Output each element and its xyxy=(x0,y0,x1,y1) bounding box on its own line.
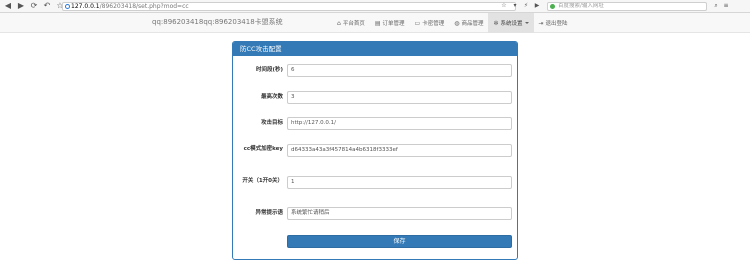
panel-title: 防CC攻击配置 xyxy=(233,42,517,56)
nav-item-label: 系统设置 xyxy=(500,21,523,27)
url-path: /896203418/set.php?mod=cc xyxy=(99,3,189,10)
switch-input[interactable]: 1 xyxy=(287,176,512,189)
browser-tools: ⌕ ≡ xyxy=(712,2,732,10)
field-label: cc模式加密key xyxy=(243,146,283,152)
field-label: 异常提示语 xyxy=(255,210,283,216)
nav-item-label: 卡密管理 xyxy=(422,21,445,27)
address-bar[interactable]: 127.0.0.1/896203418/set.php?mod=cc xyxy=(62,2,516,11)
gear-icon: ✻ xyxy=(493,19,499,27)
security-icon xyxy=(65,4,70,9)
url-host: 127.0.0.1 xyxy=(71,3,100,10)
bookmark-star-icon[interactable]: ☆ xyxy=(500,2,508,10)
menu-icon[interactable]: ≡ xyxy=(722,2,730,10)
browser-toolbar: ◀ ▶ ⟳ ↶ ☆ 127.0.0.1/896203418/set.php?mo… xyxy=(0,0,750,13)
site-brand[interactable]: qq:896203418qq:896203418卡盟系统 xyxy=(152,18,283,27)
max-count-input[interactable]: 3 xyxy=(287,91,512,104)
chevron-down-icon xyxy=(524,22,529,24)
home-icon: ⌂ xyxy=(337,19,341,27)
nav-item-logout[interactable]: ⇥ 退出登陆 xyxy=(534,13,573,33)
back-icon[interactable]: ◀ xyxy=(3,1,13,11)
message-input[interactable]: 系统繁忙请稍后 xyxy=(287,207,512,220)
nav-menu: ⌂ 平台首页 ▤ 订单管理 ▭ 卡密管理 ◍ 商品管理 ✻ 系统设置 ⇥ 退出登… xyxy=(332,13,573,33)
save-button[interactable]: 保存 xyxy=(287,235,512,248)
search-icon[interactable]: ⌕ xyxy=(712,2,720,10)
lightning-icon[interactable]: ⚡ xyxy=(522,2,530,10)
dropdown-icon[interactable]: ▾ xyxy=(511,2,519,10)
field-label: 攻击目标 xyxy=(260,120,283,126)
interval-input[interactable]: 6 xyxy=(287,64,512,77)
nav-item-home[interactable]: ⌂ 平台首页 xyxy=(332,13,370,33)
target-input[interactable]: http://127.0.0.1/ xyxy=(287,117,512,130)
cc-config-panel: 防CC攻击配置 时间段(秒) 6 最高次数 3 攻击目标 http://127.… xyxy=(232,41,518,260)
nav-item-label: 平台首页 xyxy=(342,21,365,27)
undo-icon[interactable]: ↶ xyxy=(42,1,52,11)
nav-item-settings[interactable]: ✻ 系统设置 xyxy=(488,13,534,33)
nav-item-orders[interactable]: ▤ 订单管理 xyxy=(370,13,410,33)
search-placeholder: 百度搜索/输入网址 xyxy=(558,3,604,9)
nav-item-label: 退出登陆 xyxy=(545,21,568,27)
forward-icon[interactable]: ▶ xyxy=(16,1,26,11)
key-input[interactable]: d64333a43a3f457814a4b6318f3333ef xyxy=(287,144,512,157)
card-icon: ▭ xyxy=(414,19,421,27)
logout-icon: ⇥ xyxy=(538,19,544,27)
reload-icon[interactable]: ⟳ xyxy=(29,1,39,11)
play-icon[interactable]: ▶ xyxy=(533,2,541,10)
search-box[interactable]: 百度搜索/输入网址 xyxy=(547,2,707,11)
site-navbar: qq:896203418qq:896203418卡盟系统 ⌂ 平台首页 ▤ 订单… xyxy=(0,13,750,33)
nav-item-cards[interactable]: ▭ 卡密管理 xyxy=(410,13,450,33)
globe-icon: ◍ xyxy=(454,19,460,27)
extension-icons: ☆ ▾ ⚡ ▶ xyxy=(500,2,544,10)
field-label: 时间段(秒) xyxy=(255,67,283,73)
nav-item-products[interactable]: ◍ 商品管理 xyxy=(449,13,488,33)
search-engine-icon xyxy=(550,4,555,9)
nav-item-label: 订单管理 xyxy=(382,21,405,27)
nav-item-label: 商品管理 xyxy=(461,21,484,27)
field-label: 开关（1开0关） xyxy=(242,178,283,184)
field-label: 最高次数 xyxy=(260,94,283,100)
list-icon: ▤ xyxy=(374,19,381,27)
